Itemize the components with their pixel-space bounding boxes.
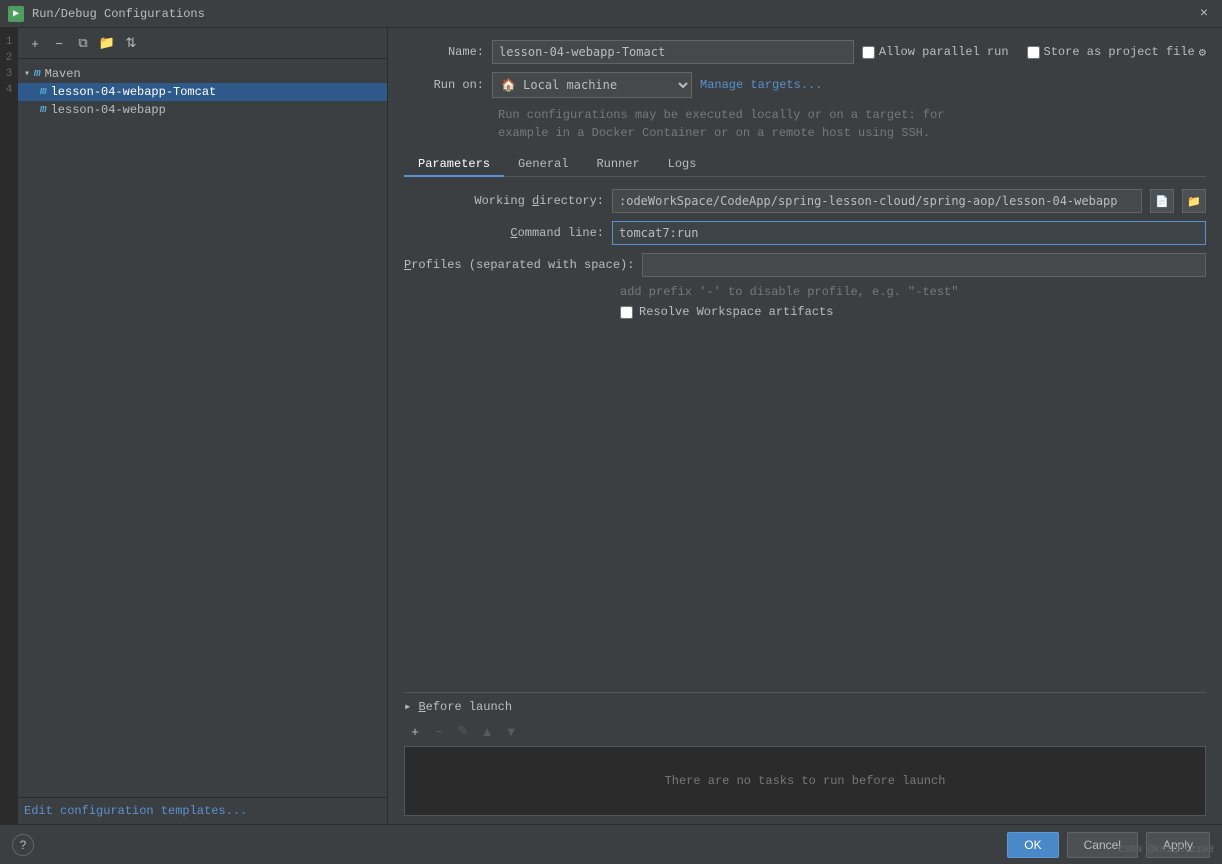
working-dir-row: Working directory: 📄 📁 bbox=[404, 189, 1206, 213]
name-row: Name: Allow parallel run Store as projec… bbox=[404, 40, 1206, 64]
working-dir-input[interactable] bbox=[612, 189, 1142, 213]
bl-add-button[interactable]: + bbox=[404, 720, 426, 742]
profiles-hint: add prefix '-' to disable profile, e.g. … bbox=[620, 285, 1206, 299]
app-icon: ▶ bbox=[8, 6, 24, 22]
maven-group: ▾ m Maven m lesson-04-webapp-Tomcat m le… bbox=[18, 63, 387, 121]
maven-item-icon: m bbox=[40, 86, 47, 98]
resolve-workspace-label: Resolve Workspace artifacts bbox=[639, 305, 833, 319]
run-on-row: Run on: 🏠 Local machine Manage targets..… bbox=[404, 72, 1206, 98]
tabs-row: Parameters General Runner Logs bbox=[404, 152, 1206, 177]
profiles-row: Profiles (separated with space): bbox=[404, 253, 1206, 277]
help-button[interactable]: ? bbox=[12, 834, 34, 856]
tab-parameters[interactable]: Parameters bbox=[404, 153, 504, 177]
profiles-input[interactable] bbox=[642, 253, 1206, 277]
close-button[interactable]: × bbox=[1194, 4, 1214, 24]
sort-config-button[interactable]: ⇅ bbox=[120, 32, 142, 54]
before-launch-section: ▸ Before launch + − ✎ ▲ ▼ There are no t… bbox=[404, 692, 1206, 816]
line-4: 4 bbox=[6, 84, 13, 96]
store-project-checkbox[interactable] bbox=[1027, 46, 1040, 59]
before-launch-header: ▸ Before launch bbox=[404, 699, 1206, 714]
add-config-button[interactable]: + bbox=[24, 32, 46, 54]
name-input[interactable] bbox=[492, 40, 854, 64]
allow-parallel-checkbox[interactable] bbox=[862, 46, 875, 59]
command-line-input[interactable] bbox=[612, 221, 1206, 245]
store-project-label: Store as project file bbox=[1044, 45, 1195, 59]
working-dir-file-btn[interactable]: 📄 bbox=[1150, 189, 1174, 213]
working-dir-label: Working directory: bbox=[404, 194, 604, 208]
tab-logs[interactable]: Logs bbox=[654, 153, 711, 177]
config-tree: ▾ m Maven m lesson-04-webapp-Tomcat m le… bbox=[18, 59, 387, 797]
line-1: 1 bbox=[6, 36, 13, 48]
side-numbers: 1 2 3 4 bbox=[0, 28, 18, 824]
bl-down-button[interactable]: ▼ bbox=[500, 720, 522, 742]
config-item-webapp[interactable]: m lesson-04-webapp bbox=[18, 101, 387, 119]
left-toolbar: + − ⧉ 📁 ⇅ bbox=[18, 28, 387, 59]
command-line-label: Command line: bbox=[404, 226, 604, 240]
maven-group-label: Maven bbox=[45, 67, 81, 81]
settings-gear-icon[interactable]: ⚙ bbox=[1199, 45, 1206, 60]
left-footer: Edit configuration templates... bbox=[18, 797, 387, 824]
remove-config-button[interactable]: − bbox=[48, 32, 70, 54]
spacer bbox=[404, 325, 1206, 692]
config-item-webapp-label: lesson-04-webapp bbox=[51, 103, 166, 117]
command-line-row: Command line: bbox=[404, 221, 1206, 245]
line-2: 2 bbox=[6, 52, 13, 64]
profiles-label: Profiles (separated with space): bbox=[404, 258, 634, 272]
no-tasks-text: There are no tasks to run before launch bbox=[665, 774, 946, 788]
expand-arrow-icon: ▾ bbox=[24, 68, 30, 80]
before-launch-title: ▸ Before launch bbox=[404, 699, 512, 714]
checkbox-row: Allow parallel run Store as project file… bbox=[862, 45, 1206, 60]
maven-icon: m bbox=[34, 68, 41, 80]
run-on-dropdown[interactable]: 🏠 Local machine bbox=[492, 72, 692, 98]
bl-up-button[interactable]: ▲ bbox=[476, 720, 498, 742]
tab-runner[interactable]: Runner bbox=[582, 153, 653, 177]
bl-edit-button[interactable]: ✎ bbox=[452, 720, 474, 742]
tab-general[interactable]: General bbox=[504, 153, 582, 177]
right-panel: Name: Allow parallel run Store as projec… bbox=[388, 28, 1222, 824]
store-project-item: Store as project file ⚙ bbox=[1027, 45, 1206, 60]
watermark: CSDN @knightzz98 bbox=[1118, 845, 1214, 856]
name-label: Name: bbox=[404, 45, 484, 59]
allow-parallel-label: Allow parallel run bbox=[879, 45, 1009, 59]
config-item-tomcat[interactable]: m lesson-04-webapp-Tomcat bbox=[18, 83, 387, 101]
line-3: 3 bbox=[6, 68, 13, 80]
maven-item-icon-2: m bbox=[40, 104, 47, 116]
folder-config-button[interactable]: 📁 bbox=[96, 32, 118, 54]
dialog-title: Run/Debug Configurations bbox=[32, 7, 205, 21]
config-item-tomcat-label: lesson-04-webapp-Tomcat bbox=[51, 85, 217, 99]
edit-templates-link[interactable]: Edit configuration templates... bbox=[24, 804, 247, 818]
before-launch-toolbar: + − ✎ ▲ ▼ bbox=[404, 720, 1206, 742]
resolve-workspace-row: Resolve Workspace artifacts bbox=[620, 305, 1206, 319]
ok-button[interactable]: OK bbox=[1007, 832, 1058, 858]
manage-targets-link[interactable]: Manage targets... bbox=[700, 78, 822, 92]
bottom-bar: ? OK Cancel Apply bbox=[0, 824, 1222, 864]
working-dir-folder-btn[interactable]: 📁 bbox=[1182, 189, 1206, 213]
left-panel: + − ⧉ 📁 ⇅ ▾ m Maven m lesson-04-webapp-T… bbox=[18, 28, 388, 824]
run-on-label: Run on: bbox=[404, 78, 484, 92]
title-bar: ▶ Run/Debug Configurations × bbox=[0, 0, 1222, 28]
parameters-content: Working directory: 📄 📁 Command line: Pro… bbox=[404, 189, 1206, 325]
before-launch-list: There are no tasks to run before launch bbox=[404, 746, 1206, 816]
allow-parallel-item: Allow parallel run bbox=[862, 45, 1009, 59]
resolve-workspace-checkbox[interactable] bbox=[620, 306, 633, 319]
run-on-info: Run configurations may be executed local… bbox=[498, 106, 1206, 142]
bl-remove-button[interactable]: − bbox=[428, 720, 450, 742]
copy-config-button[interactable]: ⧉ bbox=[72, 32, 94, 54]
maven-group-header[interactable]: ▾ m Maven bbox=[18, 65, 387, 83]
